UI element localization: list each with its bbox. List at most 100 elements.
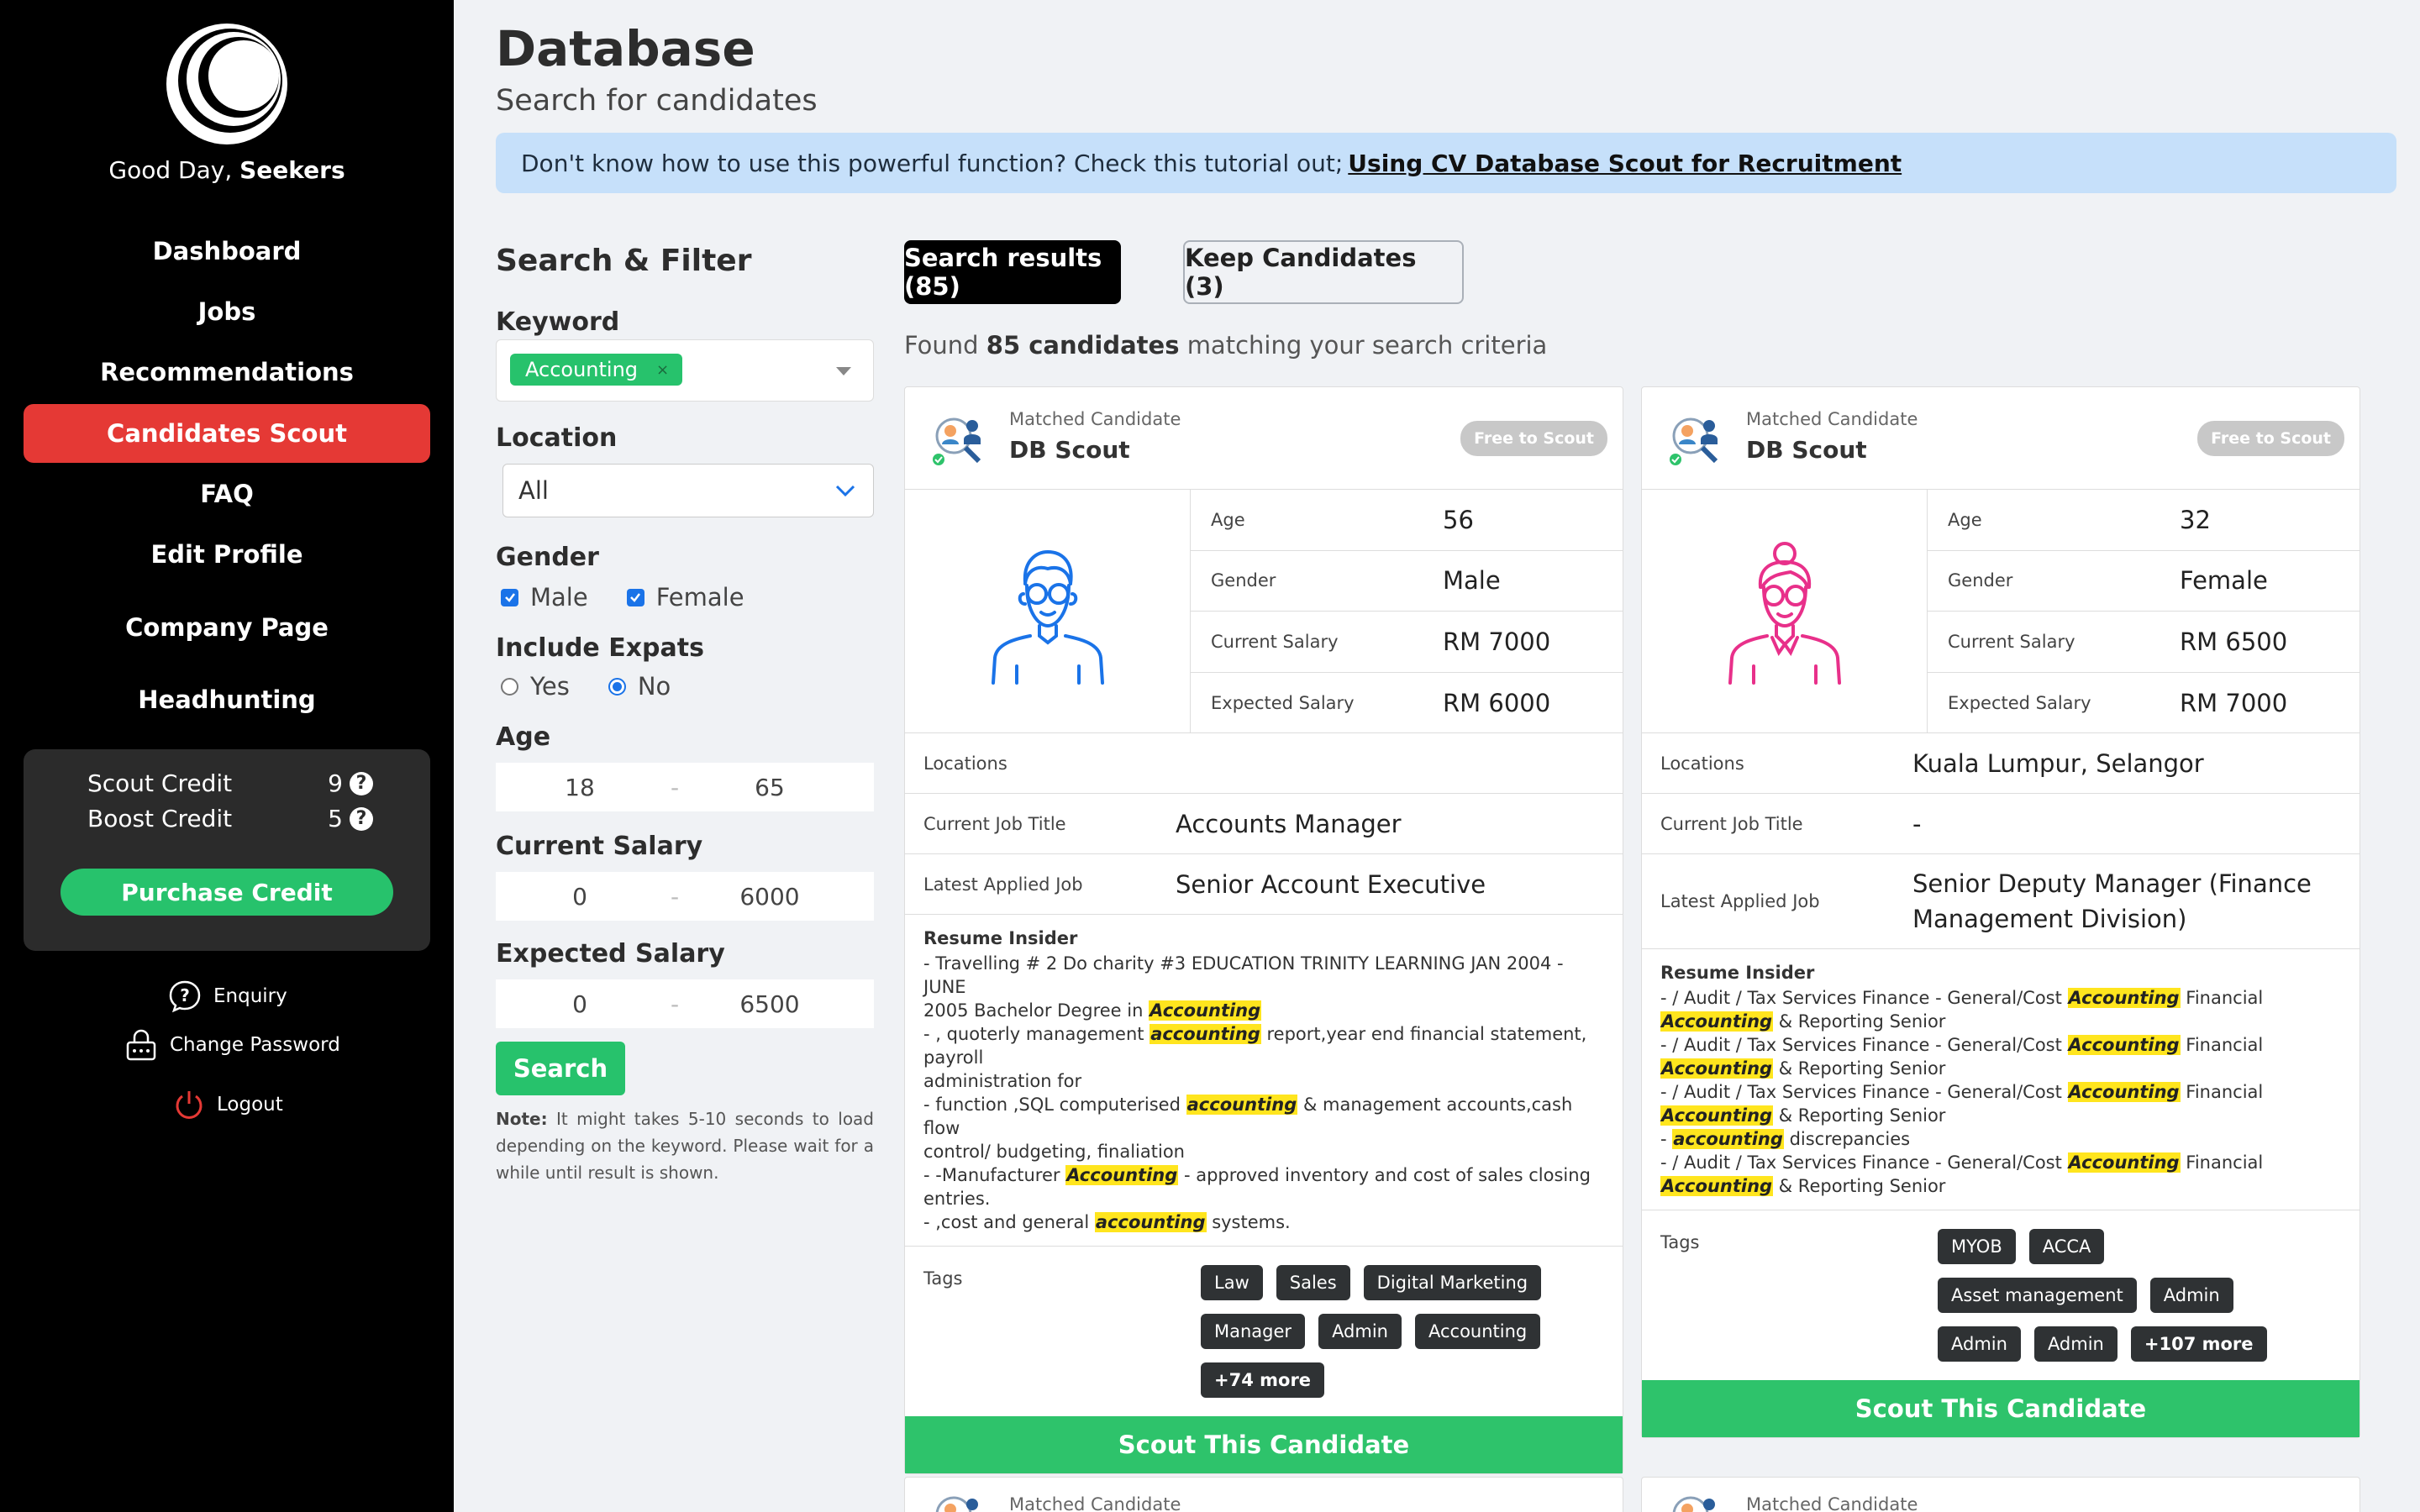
resume-text: Financial [2186, 1082, 2264, 1102]
location-select[interactable]: All [502, 464, 874, 517]
card-header: Matched Candidate DB Scout Free to Scout [1642, 387, 2360, 490]
caret-down-icon[interactable] [836, 367, 851, 375]
resume-line: Accounting & Reporting Senior [1660, 1057, 2341, 1080]
tag: Asset management [1938, 1278, 2137, 1313]
resume-line: - / Audit / Tax Services Finance - Gener… [1660, 1033, 2341, 1057]
scout-candidate-button[interactable]: Scout This Candidate [905, 1416, 1623, 1473]
more-tags-button[interactable]: +107 more [2130, 1326, 2267, 1362]
current-salary-label: Current Salary [496, 832, 703, 861]
card-header: Matched Candidate DB Scout Free to Scout [905, 387, 1623, 490]
current-salary-max-input[interactable]: 6000 [686, 883, 854, 911]
resume-text: Financial [2186, 1035, 2264, 1055]
range-separator: - [670, 882, 680, 911]
scout-people-icon [933, 417, 981, 465]
greeting: Good Day, Seekers [0, 156, 454, 184]
page-title: Database [496, 20, 755, 77]
tag: Accounting [1415, 1314, 1541, 1349]
female-avatar-icon [1728, 541, 1841, 685]
locations-value [1176, 752, 1184, 775]
search-button[interactable]: Search [496, 1042, 625, 1095]
resume-line: - ,cost and general accounting systems. [923, 1210, 1604, 1234]
resume-title: Resume Insider [1660, 963, 1815, 983]
keyword-highlight: accounting [1094, 1212, 1207, 1232]
expats-no-radio[interactable] [608, 677, 626, 696]
more-tags-button[interactable]: +74 more [1201, 1362, 1325, 1398]
tag: Admin [1318, 1314, 1402, 1349]
resume-insider: Resume Insider - Travelling # 2 Do chari… [905, 915, 1623, 1247]
logout-link[interactable]: Logout [173, 1089, 283, 1121]
female-checkbox[interactable] [626, 588, 644, 606]
nav-jobs[interactable]: Jobs [24, 282, 430, 341]
nav-company-page[interactable]: Company Page [24, 598, 430, 657]
resume-line: - -Manufacturer Accounting - approved in… [923, 1163, 1604, 1187]
found-prefix: Found [904, 331, 979, 360]
change-password-link[interactable]: Change Password [124, 1028, 340, 1062]
card-matched-label: Matched Candidate [1009, 1494, 1181, 1512]
locations-label: Locations [1660, 753, 1744, 774]
job-title-label: Current Job Title [923, 813, 1066, 834]
card-matched-label: Matched Candidate [1746, 409, 1918, 429]
resume-title: Resume Insider [923, 928, 1078, 948]
resume-text: Financial [2186, 1152, 2264, 1173]
question-circle-icon[interactable]: ? [350, 771, 373, 795]
tab-keep-candidates[interactable]: Keep Candidates (3) [1183, 240, 1464, 304]
greeting-name: Seekers [239, 156, 345, 184]
question-circle-icon[interactable]: ? [350, 806, 373, 831]
expected-salary-max-input[interactable]: 6500 [686, 990, 854, 1018]
change-password-label: Change Password [170, 1034, 340, 1056]
range-separator: - [670, 990, 680, 1018]
expected-salary-min-input[interactable]: 0 [496, 990, 664, 1018]
chip-remove-icon[interactable]: × [656, 361, 669, 379]
enquiry-link[interactable]: ? Enquiry [168, 979, 287, 1013]
age-value: 32 [2180, 505, 2211, 534]
resume-line: - Travelling # 2 Do charity #3 EDUCATION… [923, 953, 1564, 997]
scout-candidate-button[interactable]: Scout This Candidate [1642, 1380, 2360, 1437]
expats-yes-radio[interactable] [501, 677, 518, 696]
nav-edit-profile[interactable]: Edit Profile [24, 525, 430, 584]
enquiry-label: Enquiry [213, 985, 287, 1007]
locations-value: Kuala Lumpur, Selangor [1912, 748, 2204, 778]
chevron-down-icon [835, 485, 855, 497]
sidebar: Good Day, Seekers Dashboard Jobs Recomme… [0, 0, 454, 1512]
resume-line: - / Audit / Tax Services Finance - Gener… [1660, 1080, 2341, 1104]
tab-search-results[interactable]: Search results (85) [904, 240, 1121, 304]
expected-salary-value: RM 6000 [1443, 688, 1551, 717]
resume-text: - approved inventory and cost of sales c… [1183, 1165, 1591, 1185]
candidate-card: Matched Candidate DB Scout Free to Scout [1641, 386, 2360, 1438]
male-checkbox[interactable] [501, 588, 518, 606]
search-note: Note: It might takes 5-10 seconds to loa… [496, 1105, 874, 1186]
age-label: Age [1211, 509, 1245, 530]
applied-job-value: Senior Account Executive [1176, 869, 1486, 899]
keyword-highlight: accounting [1150, 1024, 1261, 1044]
note-text: It might takes 5-10 seconds to load depe… [496, 1109, 875, 1183]
keyword-highlight: Accounting [2067, 1035, 2181, 1055]
applied-job-value: Senior Deputy Manager (Finance Managemen… [1912, 869, 2312, 933]
nav-recommendations[interactable]: Recommendations [24, 343, 430, 402]
keyword-select[interactable]: Accounting × [496, 339, 874, 402]
age-min-input[interactable]: 18 [496, 774, 664, 801]
resume-line: control/ budgeting, finaliation [923, 1142, 1185, 1162]
age-max-input[interactable]: 65 [686, 774, 854, 801]
job-title-value: Accounts Manager [1176, 809, 1402, 838]
nav-headhunting[interactable]: Headhunting [24, 670, 430, 729]
tutorial-banner: Don't know how to use this powerful func… [496, 133, 2396, 193]
nav-candidates-scout[interactable]: Candidates Scout [24, 404, 430, 463]
purchase-credit-button[interactable]: Purchase Credit [60, 869, 393, 916]
tag-list: MYOB ACCA Asset management Admin Admin A… [1938, 1229, 2307, 1362]
nav-dashboard[interactable]: Dashboard [24, 222, 430, 281]
card-summary: Age 32 Gender Female Current Salary RM 6500… [1642, 490, 2360, 733]
candidate-card-partial: Matched Candidate [904, 1477, 1623, 1512]
boost-credit-row: Boost Credit 5 ? [87, 805, 373, 832]
nav-faq[interactable]: FAQ [24, 465, 430, 523]
tutorial-link[interactable]: Using CV Database Scout for Recruitment [1348, 150, 1902, 177]
tag: MYOB [1938, 1229, 2016, 1264]
resume-insider: Resume Insider - / Audit / Tax Services … [1642, 949, 2360, 1210]
keyword-highlight: Accounting [1065, 1165, 1179, 1185]
range-separator: - [670, 773, 680, 801]
current-salary-label: Current Salary [1211, 631, 1339, 652]
current-salary-min-input[interactable]: 0 [496, 883, 664, 911]
gender-options: Male Female [501, 583, 744, 612]
expats-no-label: No [637, 672, 671, 701]
check-icon [630, 593, 641, 602]
crescent-logo-icon[interactable] [165, 22, 289, 146]
